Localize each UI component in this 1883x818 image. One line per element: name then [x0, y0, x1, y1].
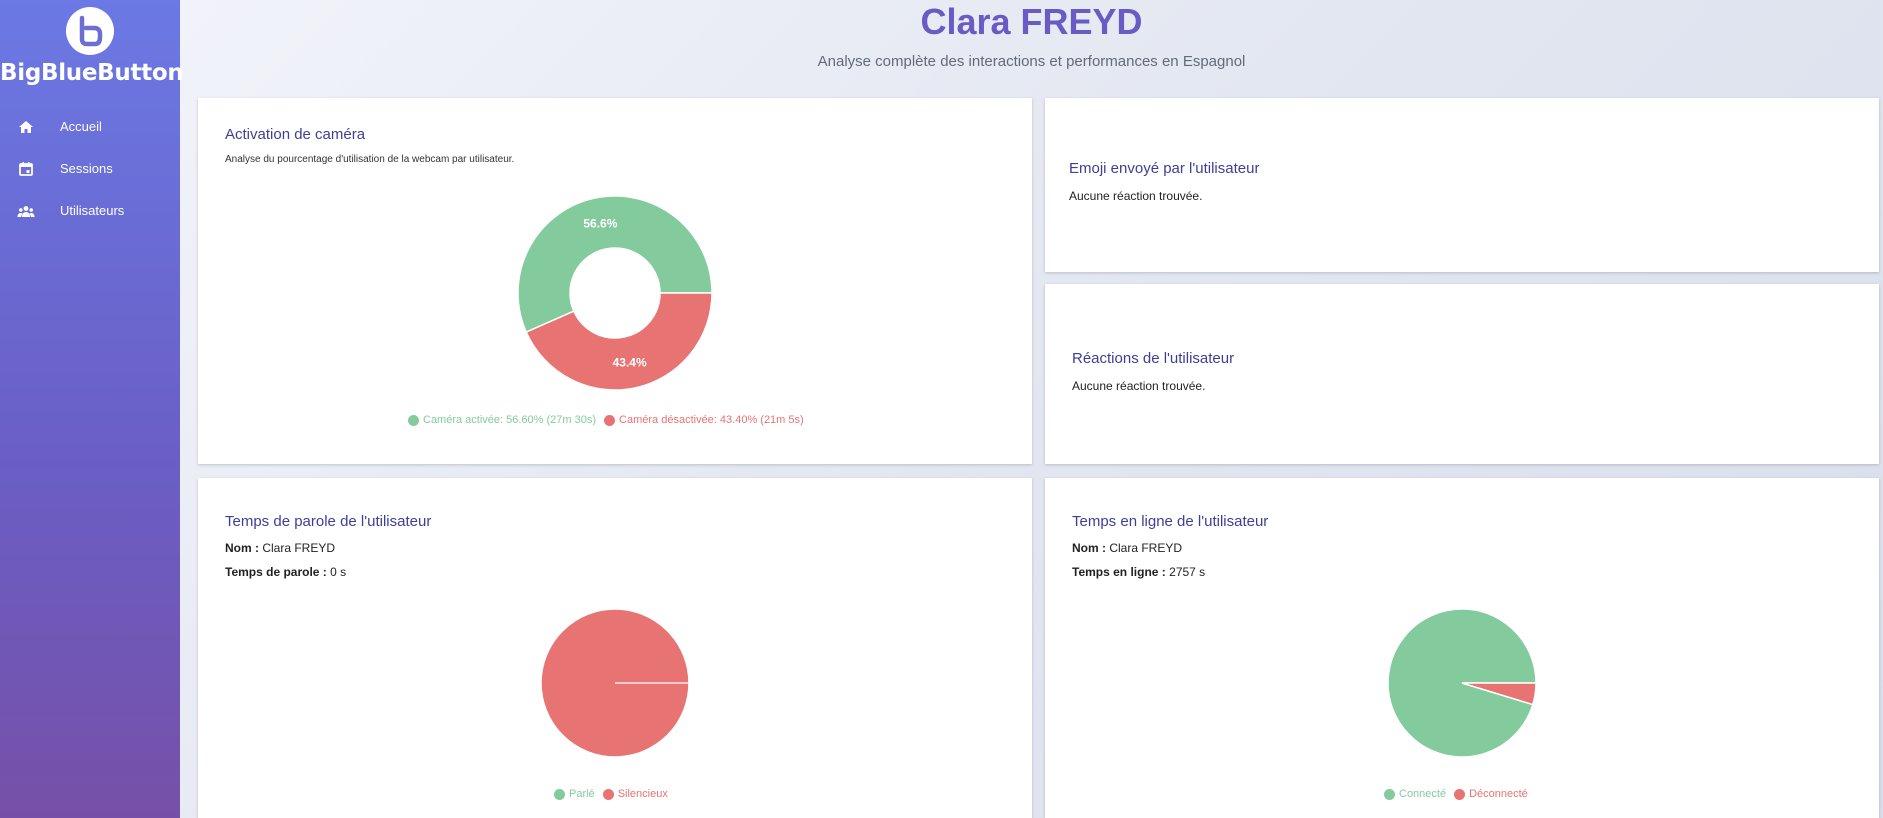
legend-item-parle[interactable]: Parlé: [554, 788, 595, 800]
speaking-time-field: Temps de parole : 0 s: [225, 565, 346, 579]
field-label: Nom :: [1072, 541, 1106, 555]
emoji-card: Emoji envoyé par l'utilisateur Aucune ré…: [1045, 98, 1879, 272]
legend-swatch: [604, 414, 616, 426]
field-value: 0 s: [330, 565, 347, 579]
legend-label: Connecté: [1399, 788, 1447, 800]
legend-swatch: [602, 788, 614, 800]
page-title: Clara FREYD: [920, 1, 1143, 42]
page-subtitle: Analyse complète des interactions et per…: [817, 53, 1246, 70]
legend-label: Déconnecté: [1469, 788, 1528, 800]
name-field: Nom : Clara FREYD: [1072, 541, 1182, 555]
field-label: Nom :: [225, 541, 259, 555]
legend-item-silencieux[interactable]: Silencieux: [602, 788, 668, 800]
speaking-time-card: Temps de parole de l'utilisateur Nom : C…: [198, 478, 1032, 818]
field-label: Temps de parole :: [225, 565, 327, 579]
legend-label: Parlé: [569, 788, 595, 800]
card-description: Analyse du pourcentage d'utilisation de …: [225, 154, 515, 165]
sidebar: BigBlueButton Accueil Sessions Utilisate…: [0, 0, 184, 818]
camera-activation-card: Activation de caméra Analyse du pourcent…: [198, 98, 1032, 464]
speaking-chart-legend: Parlé Silencieux: [554, 788, 668, 800]
legend-swatch: [1454, 788, 1466, 800]
online-pie-chart: [1387, 608, 1537, 758]
card-title: Activation de caméra: [225, 126, 366, 143]
sidebar-item-accueil[interactable]: Accueil: [0, 110, 180, 144]
card-title: Réactions de l'utilisateur: [1072, 350, 1235, 367]
legend-swatch: [408, 414, 419, 426]
name-field: Nom : Clara FREYD: [225, 541, 335, 555]
speaking-pie-chart: [540, 608, 690, 758]
camera-doughnut-chart: 56.6% 43.4%: [517, 195, 713, 391]
sidebar-item-label: Utilisateurs: [60, 203, 125, 218]
logo-text: BigBlueButton: [0, 60, 184, 86]
legend-label: Silencieux: [617, 788, 668, 800]
empty-state-text: Aucune réaction trouvée.: [1069, 189, 1203, 203]
legend-item-connecte[interactable]: Connecté: [1384, 788, 1446, 800]
legend-label: Caméra désactivée: 43.40% (21m 5s): [619, 414, 804, 426]
legend-label: Caméra activée: 56.60% (27m 30s): [423, 414, 597, 426]
sidebar-item-sessions[interactable]: Sessions: [0, 152, 180, 186]
online-chart-legend: Connecté Déconnecté: [1384, 788, 1528, 800]
calendar-icon: [17, 160, 35, 178]
bigbluebutton-logo-icon: [66, 7, 114, 55]
sidebar-item-utilisateurs[interactable]: Utilisateurs: [0, 194, 180, 228]
field-value: Clara FREYD: [1109, 541, 1183, 555]
legend-item-camera-off[interactable]: Caméra désactivée: 43.40% (21m 5s): [604, 414, 804, 426]
legend-item-deconnecte[interactable]: Déconnecté: [1454, 788, 1528, 800]
card-title: Temps de parole de l'utilisateur: [225, 513, 432, 530]
sidebar-item-label: Sessions: [60, 161, 113, 176]
online-time-field: Temps en ligne : 2757 s: [1072, 565, 1205, 579]
empty-state-text: Aucune réaction trouvée.: [1072, 379, 1206, 393]
online-time-card: Temps en ligne de l'utilisateur Nom : Cl…: [1045, 478, 1879, 818]
card-title: Emoji envoyé par l'utilisateur: [1069, 160, 1260, 177]
field-value: Clara FREYD: [262, 541, 336, 555]
card-title: Temps en ligne de l'utilisateur: [1072, 513, 1269, 530]
legend-swatch: [1384, 788, 1395, 800]
data-label-camera-desactivee: 43.4%: [613, 355, 647, 369]
legend-item-camera-on[interactable]: Caméra activée: 56.60% (27m 30s): [408, 414, 596, 426]
camera-chart-legend: Caméra activée: 56.60% (27m 30s) Caméra …: [408, 414, 804, 426]
data-label-camera-activee: 56.6%: [583, 217, 617, 231]
sidebar-item-label: Accueil: [60, 119, 102, 134]
legend-swatch: [554, 788, 565, 800]
field-value: 2757 s: [1169, 565, 1206, 579]
home-icon: [17, 118, 35, 136]
users-icon: [17, 202, 35, 220]
reactions-card: Réactions de l'utilisateur Aucune réacti…: [1045, 284, 1879, 464]
field-label: Temps en ligne :: [1072, 565, 1166, 579]
